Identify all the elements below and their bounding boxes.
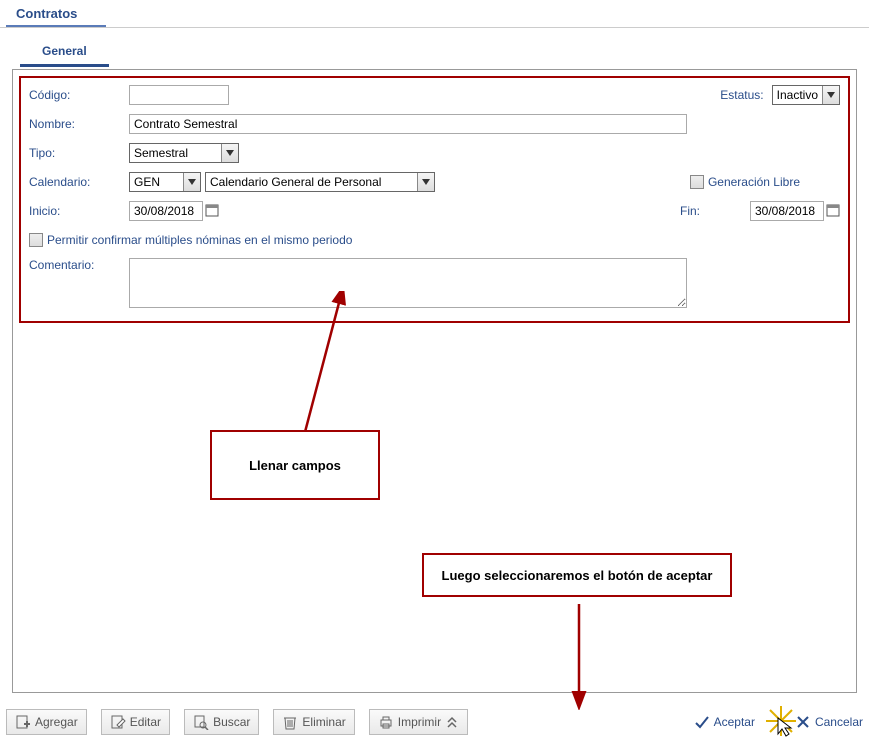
fin-input[interactable] <box>750 201 824 221</box>
calendario-desc-select[interactable]: Calendario General de Personal <box>205 172 435 192</box>
nombre-label: Nombre: <box>29 117 129 131</box>
search-icon <box>193 714 209 730</box>
annotation-llenar-campos: Llenar campos <box>210 430 380 500</box>
agregar-button[interactable]: Agregar <box>6 709 87 735</box>
main-panel: Código: Estatus: Inactivo Nombre: Tipo: … <box>12 69 857 693</box>
codigo-input[interactable] <box>129 85 229 105</box>
editar-label: Editar <box>130 715 161 729</box>
check-icon <box>694 714 710 730</box>
buscar-button[interactable]: Buscar <box>184 709 259 735</box>
nombre-input[interactable] <box>129 114 687 134</box>
permitir-multiples-checkbox[interactable] <box>29 233 43 247</box>
print-icon <box>378 714 394 730</box>
divider <box>0 27 869 28</box>
calendario-code-select[interactable]: GEN <box>129 172 201 192</box>
comentario-textarea[interactable] <box>129 258 687 308</box>
close-icon <box>795 714 811 730</box>
chevron-down-icon <box>822 86 839 104</box>
calendar-icon[interactable] <box>205 203 219 220</box>
chevron-up-double-icon <box>445 715 459 729</box>
edit-icon <box>110 714 126 730</box>
codigo-label: Código: <box>29 88 129 102</box>
tipo-select-value: Semestral <box>134 146 188 160</box>
editar-button[interactable]: Editar <box>101 709 170 735</box>
estatus-label: Estatus: <box>720 88 771 102</box>
cancelar-label: Cancelar <box>815 715 863 729</box>
module-title: Contratos <box>6 0 106 27</box>
eliminar-button[interactable]: Eliminar <box>273 709 354 735</box>
generacion-libre-checkbox[interactable] <box>690 175 704 189</box>
estatus-select-value: Inactivo <box>777 88 818 102</box>
fin-label: Fin: <box>680 204 750 218</box>
tab-bar: General <box>20 38 869 67</box>
inicio-label: Inicio: <box>29 204 129 218</box>
tipo-label: Tipo: <box>29 146 129 160</box>
calendario-desc-value: Calendario General de Personal <box>210 175 381 189</box>
annotation-luego-aceptar: Luego seleccionaremos el botón de acepta… <box>422 553 732 597</box>
comentario-label: Comentario: <box>29 258 129 272</box>
permitir-multiples-label: Permitir confirmar múltiples nóminas en … <box>47 233 360 247</box>
aceptar-button[interactable]: Aceptar <box>694 714 755 730</box>
imprimir-button[interactable]: Imprimir <box>369 709 468 735</box>
toolbar: Agregar Editar Buscar Eliminar Imprimir … <box>6 707 863 737</box>
chevron-down-icon <box>221 144 238 162</box>
cursor-annotation <box>764 704 798 741</box>
add-icon <box>15 714 31 730</box>
generacion-libre-label: Generación Libre <box>708 175 840 189</box>
chevron-down-icon <box>183 173 200 191</box>
imprimir-label: Imprimir <box>398 715 441 729</box>
eliminar-label: Eliminar <box>302 715 345 729</box>
cancelar-button[interactable]: Cancelar <box>795 714 863 730</box>
aceptar-label: Aceptar <box>714 715 755 729</box>
buscar-label: Buscar <box>213 715 250 729</box>
chevron-down-icon <box>417 173 434 191</box>
calendar-icon[interactable] <box>826 203 840 220</box>
calendario-label: Calendario: <box>29 175 129 189</box>
estatus-select[interactable]: Inactivo <box>772 85 840 105</box>
trash-icon <box>282 714 298 730</box>
tab-general[interactable]: General <box>20 38 109 67</box>
calendario-code-value: GEN <box>134 175 160 189</box>
inicio-input[interactable] <box>129 201 203 221</box>
agregar-label: Agregar <box>35 715 78 729</box>
form-area: Código: Estatus: Inactivo Nombre: Tipo: … <box>19 76 850 323</box>
tipo-select[interactable]: Semestral <box>129 143 239 163</box>
